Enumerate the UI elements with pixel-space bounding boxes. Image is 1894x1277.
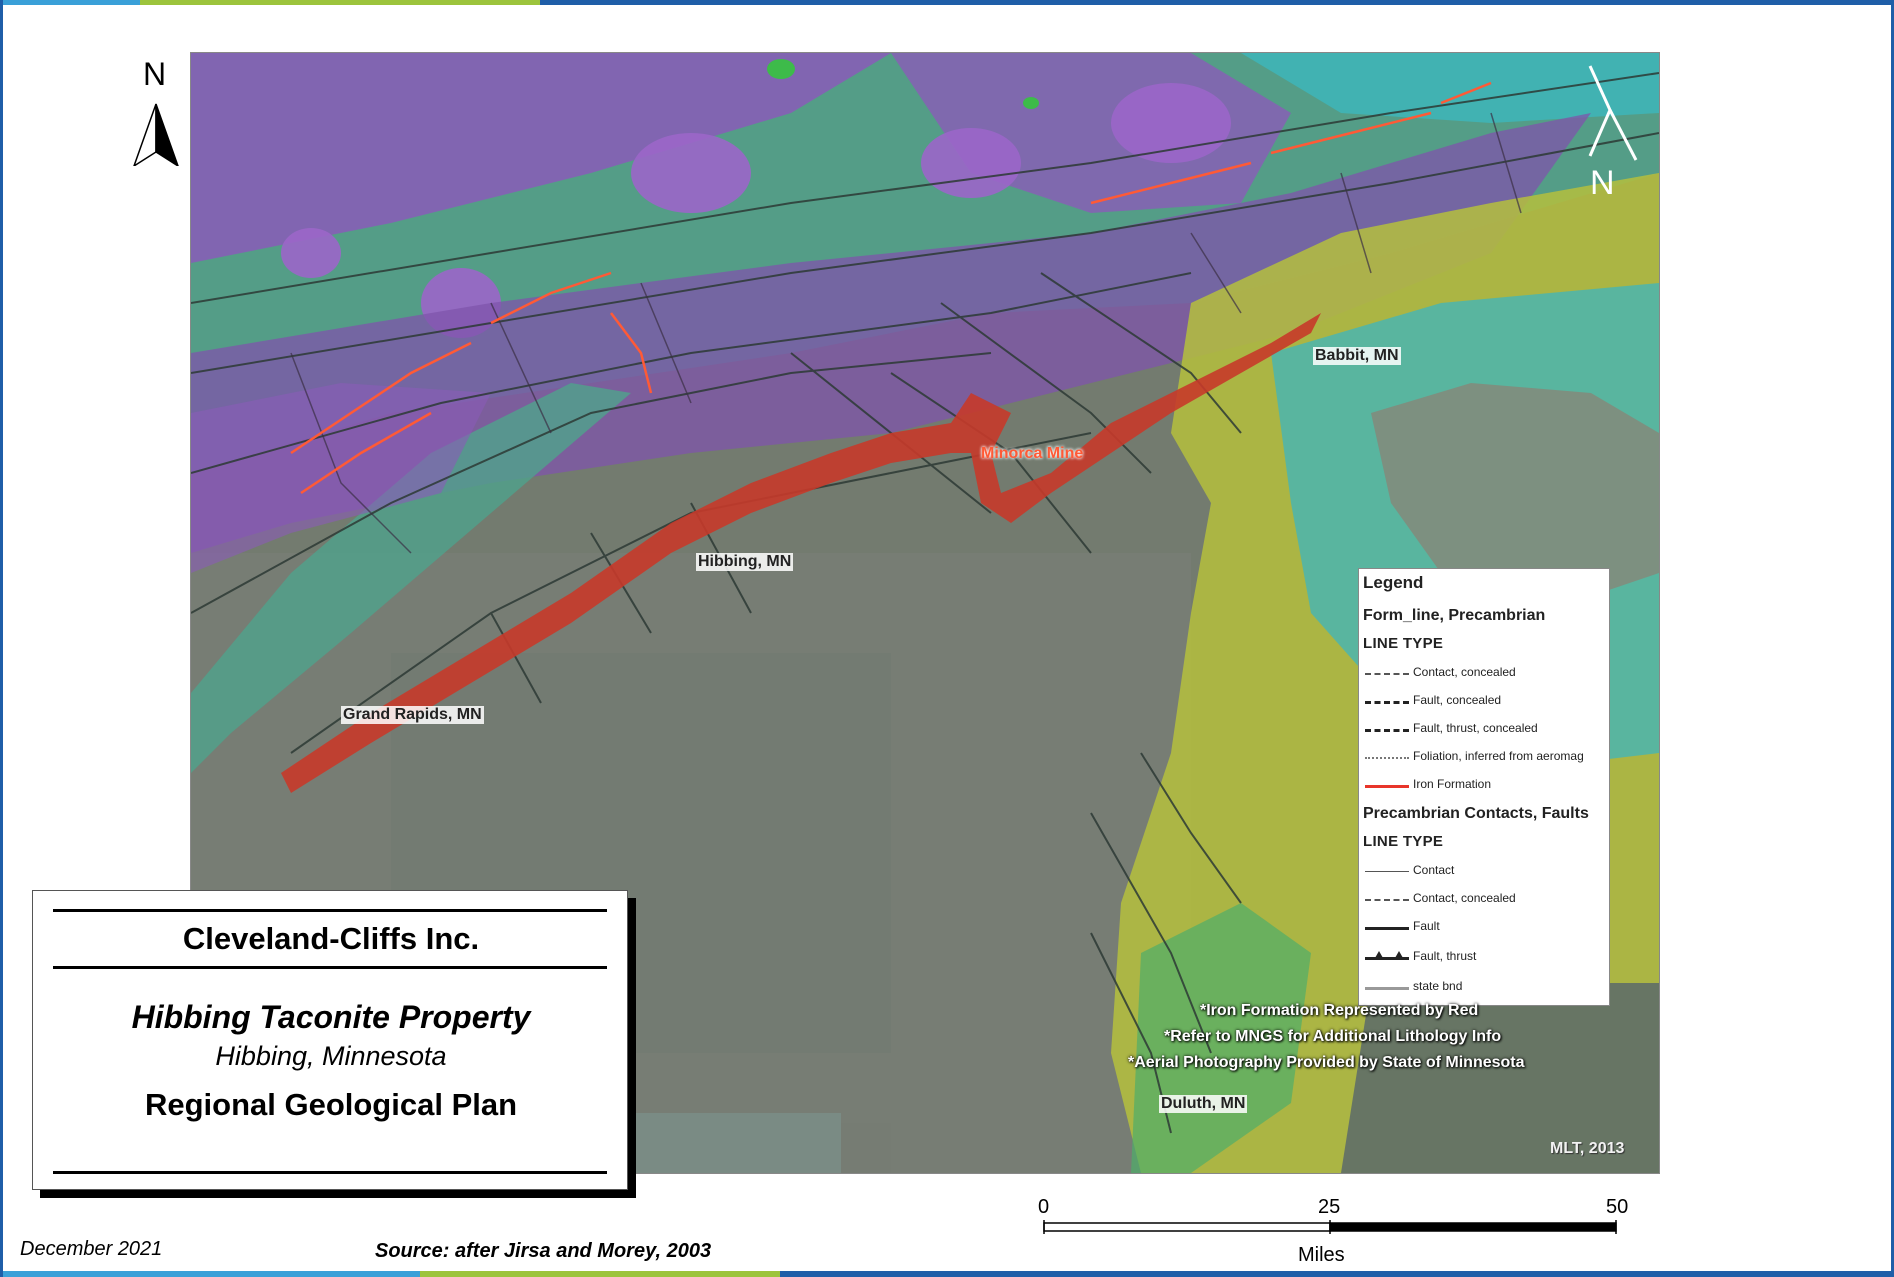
line-swatch [1365,701,1409,704]
legend-item: state bnd [1363,979,1607,995]
legend-item-label: Fault, thrust, concealed [1413,721,1538,735]
legend-item-label: Contact [1413,863,1455,877]
legend-group1-subheader: LINE TYPE [1363,635,1444,652]
map-credit: MLT, 2013 [1550,1140,1625,1157]
legend-item: Contact, concealed [1363,665,1607,681]
legend-item-label: Fault, thrust [1413,949,1477,963]
title-rule [53,1171,607,1174]
north-arrow-right: N [1560,60,1640,205]
city-label-grand-rapids: Grand Rapids, MN [341,706,484,724]
legend-item-label: Contact, concealed [1413,891,1516,905]
top-frame-bar [0,0,1894,5]
legend-item: Fault, concealed [1363,693,1607,709]
line-swatch [1365,757,1409,759]
note-line: *Aerial Photography Provided by State of… [1128,1054,1525,1071]
legend-title: Legend [1363,573,1424,592]
legend-group2-header: Precambrian Contacts, Faults [1363,805,1589,822]
legend-item: Fault, thrust, concealed [1363,721,1607,737]
legend-group2-subheader: LINE TYPE [1363,833,1444,850]
mine-label-minorca: Minorca Mine [981,445,1084,462]
left-frame-bar [0,0,3,1277]
source-label: Source: after Jirsa and Morey, 2003 [375,1240,712,1262]
scale-tick-label: 25 [1318,1196,1341,1218]
legend-item: Contact, concealed [1363,891,1607,907]
title-rule [53,966,607,969]
map-legend: Legend Form_line, Precambrian LINE TYPE … [1358,568,1610,1006]
north-arrow-rotated-icon [1588,65,1638,161]
thrust-teeth-icon [1375,951,1403,958]
line-swatch [1365,871,1409,872]
legend-item: Iron Formation [1363,777,1607,793]
scale-bar: 0 25 50 Miles [1038,1192,1640,1272]
legend-item-label: Contact, concealed [1413,665,1516,679]
property-location: Hibbing, Minnesota [215,1041,447,1071]
plan-title: Regional Geological Plan [144,1087,518,1122]
line-swatch [1365,673,1409,675]
legend-item-label: Iron Formation [1413,777,1492,791]
legend-group1-header: Form_line, Precambrian [1363,607,1546,624]
legend-item-label: Foliation, inferred from aeromag [1413,749,1584,763]
scale-tick-label: 0 [1038,1196,1050,1218]
note-line: *Refer to MNGS for Additional Lithology … [1164,1028,1502,1045]
city-label-hibbing: Hibbing, MN [696,553,794,571]
north-arrow-left: N [130,56,182,166]
property-name: Hibbing Taconite Property [131,999,531,1035]
north-label-right: N [1590,164,1615,202]
scale-tick-label: 50 [1606,1196,1629,1218]
date-label: December 2021 [20,1238,163,1260]
legend-item: Contact [1363,863,1607,879]
line-swatch [1365,987,1409,990]
line-swatch [1365,729,1409,732]
north-arrow-icon [133,103,179,166]
legend-item: Fault [1363,919,1607,935]
city-label-duluth: Duluth, MN [1159,1095,1248,1113]
legend-item: Fault, thrust [1363,949,1607,965]
title-box: Cleveland-Cliffs Inc. Hibbing Taconite P… [32,890,628,1190]
title-rule [53,909,607,912]
line-swatch [1365,899,1409,901]
scale-unit-label: Miles [1298,1244,1345,1266]
legend-item: Foliation, inferred from aeromag [1363,749,1607,765]
city-label-babbit: Babbit, MN [1313,347,1401,365]
legend-item-label: Fault [1413,919,1440,933]
company-name: Cleveland-Cliffs Inc. [182,921,480,956]
line-swatch [1365,785,1409,788]
legend-item-label: Fault, concealed [1413,693,1502,707]
line-swatch [1365,927,1409,930]
note-line: *Iron Formation Represented by Red [1200,1002,1479,1019]
legend-item-label: state bnd [1413,979,1463,993]
